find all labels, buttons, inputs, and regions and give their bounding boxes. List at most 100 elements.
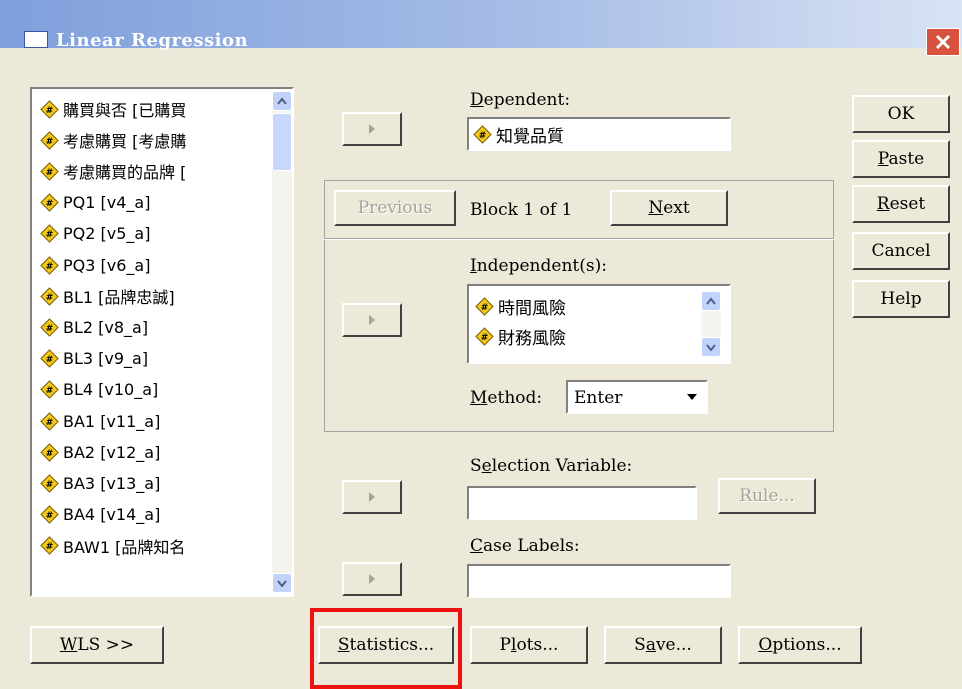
paste-button[interactable]: Paste <box>852 140 950 178</box>
variable-label: BL3 [v9_a] <box>63 349 149 369</box>
svg-text:#: # <box>46 386 54 396</box>
variable-list-scrollbar[interactable] <box>272 91 292 593</box>
scale-variable-icon: # <box>40 224 59 244</box>
scale-variable-icon: # <box>40 349 59 368</box>
variable-label: PQ2 [v5_a] <box>63 224 151 244</box>
scale-variable-icon: # <box>40 318 59 337</box>
next-button[interactable]: Next <box>610 190 728 226</box>
dropdown-button[interactable] <box>680 384 704 410</box>
svg-text:#: # <box>481 333 489 343</box>
arrow-right-icon <box>369 124 375 134</box>
svg-text:#: # <box>46 355 54 365</box>
variable-label: 考慮購買的品牌 [ <box>63 163 187 183</box>
variable-list-item[interactable]: # BA2 [v12_a] <box>40 438 160 466</box>
scroll-track[interactable] <box>272 111 292 573</box>
move-to-dependent-button[interactable] <box>342 112 402 146</box>
svg-text:#: # <box>46 449 54 459</box>
independent-list-item[interactable]: # 財務風險 <box>475 322 566 350</box>
scroll-up-button[interactable] <box>701 291 721 311</box>
scale-variable-icon: # <box>475 326 494 346</box>
rule-button[interactable]: Rule... <box>718 478 816 514</box>
ok-button[interactable]: OK <box>852 95 950 133</box>
selection-variable-field[interactable] <box>467 486 697 520</box>
variable-list-item[interactable]: # PQ1 [v4_a] <box>40 189 150 217</box>
variable-list-item[interactable]: # BA3 [v13_a] <box>40 469 160 497</box>
options-button[interactable]: Options... <box>738 626 862 664</box>
plots-button[interactable]: Plots... <box>470 626 588 664</box>
scroll-down-button[interactable] <box>701 337 721 357</box>
scale-variable-icon: # <box>40 130 59 150</box>
cancel-button[interactable]: Cancel <box>852 232 950 270</box>
scale-variable-icon: # <box>40 536 59 556</box>
variable-list-item[interactable]: # BL2 [v8_a] <box>40 313 148 341</box>
variable-list-item[interactable]: # BAW1 [品牌知名 <box>40 532 185 560</box>
chevron-down-icon <box>277 580 287 587</box>
arrow-right-icon <box>369 574 375 584</box>
chevron-down-icon <box>687 394 697 400</box>
independent-list[interactable]: # 財務風險 # 時間風險 <box>467 284 731 364</box>
highlight-box <box>310 608 462 689</box>
help-button[interactable]: Help <box>852 280 950 318</box>
variable-label: BAW1 [品牌知名 <box>63 537 186 557</box>
window-title: Linear Regression <box>56 30 249 51</box>
svg-text:#: # <box>481 303 489 313</box>
variable-list-item[interactable]: # BA4 [v14_a] <box>40 501 160 529</box>
scale-variable-icon: # <box>40 474 59 493</box>
variable-list-item[interactable]: # 考慮購買的品牌 [ <box>40 157 186 185</box>
svg-text:#: # <box>46 511 54 521</box>
svg-text:#: # <box>46 324 54 334</box>
scroll-down-button[interactable] <box>272 573 292 593</box>
dependent-field[interactable]: # 知覺品質 <box>467 117 731 151</box>
scroll-up-button[interactable] <box>272 91 292 111</box>
variable-list-item[interactable]: # PQ2 [v5_a] <box>40 220 150 248</box>
variable-label: PQ3 [v6_a] <box>63 255 151 275</box>
move-to-case-labels-button[interactable] <box>342 562 402 596</box>
svg-text:#: # <box>46 168 54 178</box>
scale-variable-icon: # <box>473 124 492 144</box>
variable-label: PQ1 [v4_a] <box>63 193 151 213</box>
variable-list-item[interactable]: # BA1 [v11_a] <box>40 407 160 435</box>
block-label: Block 1 of 1 <box>470 200 573 220</box>
svg-text:#: # <box>46 542 54 552</box>
svg-text:#: # <box>46 262 54 272</box>
move-to-selection-button[interactable] <box>342 480 402 514</box>
dependent-label: Dependent: <box>470 90 571 110</box>
independent-list-item[interactable]: # 時間風險 <box>475 292 566 320</box>
variable-list-item[interactable]: # BL3 [v9_a] <box>40 345 148 373</box>
chevron-up-icon <box>277 97 287 105</box>
scroll-thumb[interactable] <box>272 113 292 171</box>
variable-list-item[interactable]: # BL1 [品牌忠誠] <box>40 282 175 310</box>
selection-variable-label: Selection Variable: <box>470 456 633 476</box>
scale-variable-icon: # <box>475 296 494 316</box>
wls-button[interactable]: WLS >> <box>30 626 164 664</box>
chevron-down-icon <box>706 344 716 351</box>
reset-button[interactable]: Reset <box>852 185 950 223</box>
variable-list-item[interactable]: # BL4 [v10_a] <box>40 376 158 404</box>
independent-scrollbar[interactable] <box>701 291 721 359</box>
scale-variable-icon: # <box>40 411 59 431</box>
chevron-up-icon <box>706 297 716 305</box>
variable-list-item[interactable]: # 考慮購買 [考慮購 <box>40 126 186 154</box>
save-button[interactable]: Save... <box>604 626 722 664</box>
independent-label: 時間風險 <box>498 298 566 319</box>
variable-list-item[interactable]: # 購買與否 [已購買 <box>40 95 186 123</box>
method-select[interactable]: Enter <box>566 380 708 414</box>
scale-variable-icon: # <box>40 99 59 119</box>
method-value: Enter <box>574 388 623 408</box>
variable-list-item[interactable]: # PQ3 [v6_a] <box>40 251 150 279</box>
window-icon <box>24 31 48 48</box>
case-labels-label: Case Labels: <box>470 536 580 556</box>
variable-label: BA1 [v11_a] <box>63 411 161 431</box>
case-labels-field[interactable] <box>467 564 731 598</box>
svg-text:#: # <box>46 137 54 147</box>
variable-label: 購買與否 [已購買 <box>63 101 187 120</box>
svg-text:#: # <box>46 106 54 116</box>
close-button[interactable] <box>926 28 960 56</box>
previous-button[interactable]: Previous <box>334 190 456 226</box>
svg-text:#: # <box>46 418 54 428</box>
variable-label: BL1 [品牌忠誠] <box>63 288 175 308</box>
variable-label: BL4 [v10_a] <box>63 380 159 400</box>
variable-label: BL2 [v8_a] <box>63 317 149 337</box>
scale-variable-icon: # <box>40 505 59 524</box>
variable-list[interactable]: # BAW1 [品牌知名 # BA4 [v14_a] # BA3 [v13_a] # BA2 … <box>30 87 294 597</box>
